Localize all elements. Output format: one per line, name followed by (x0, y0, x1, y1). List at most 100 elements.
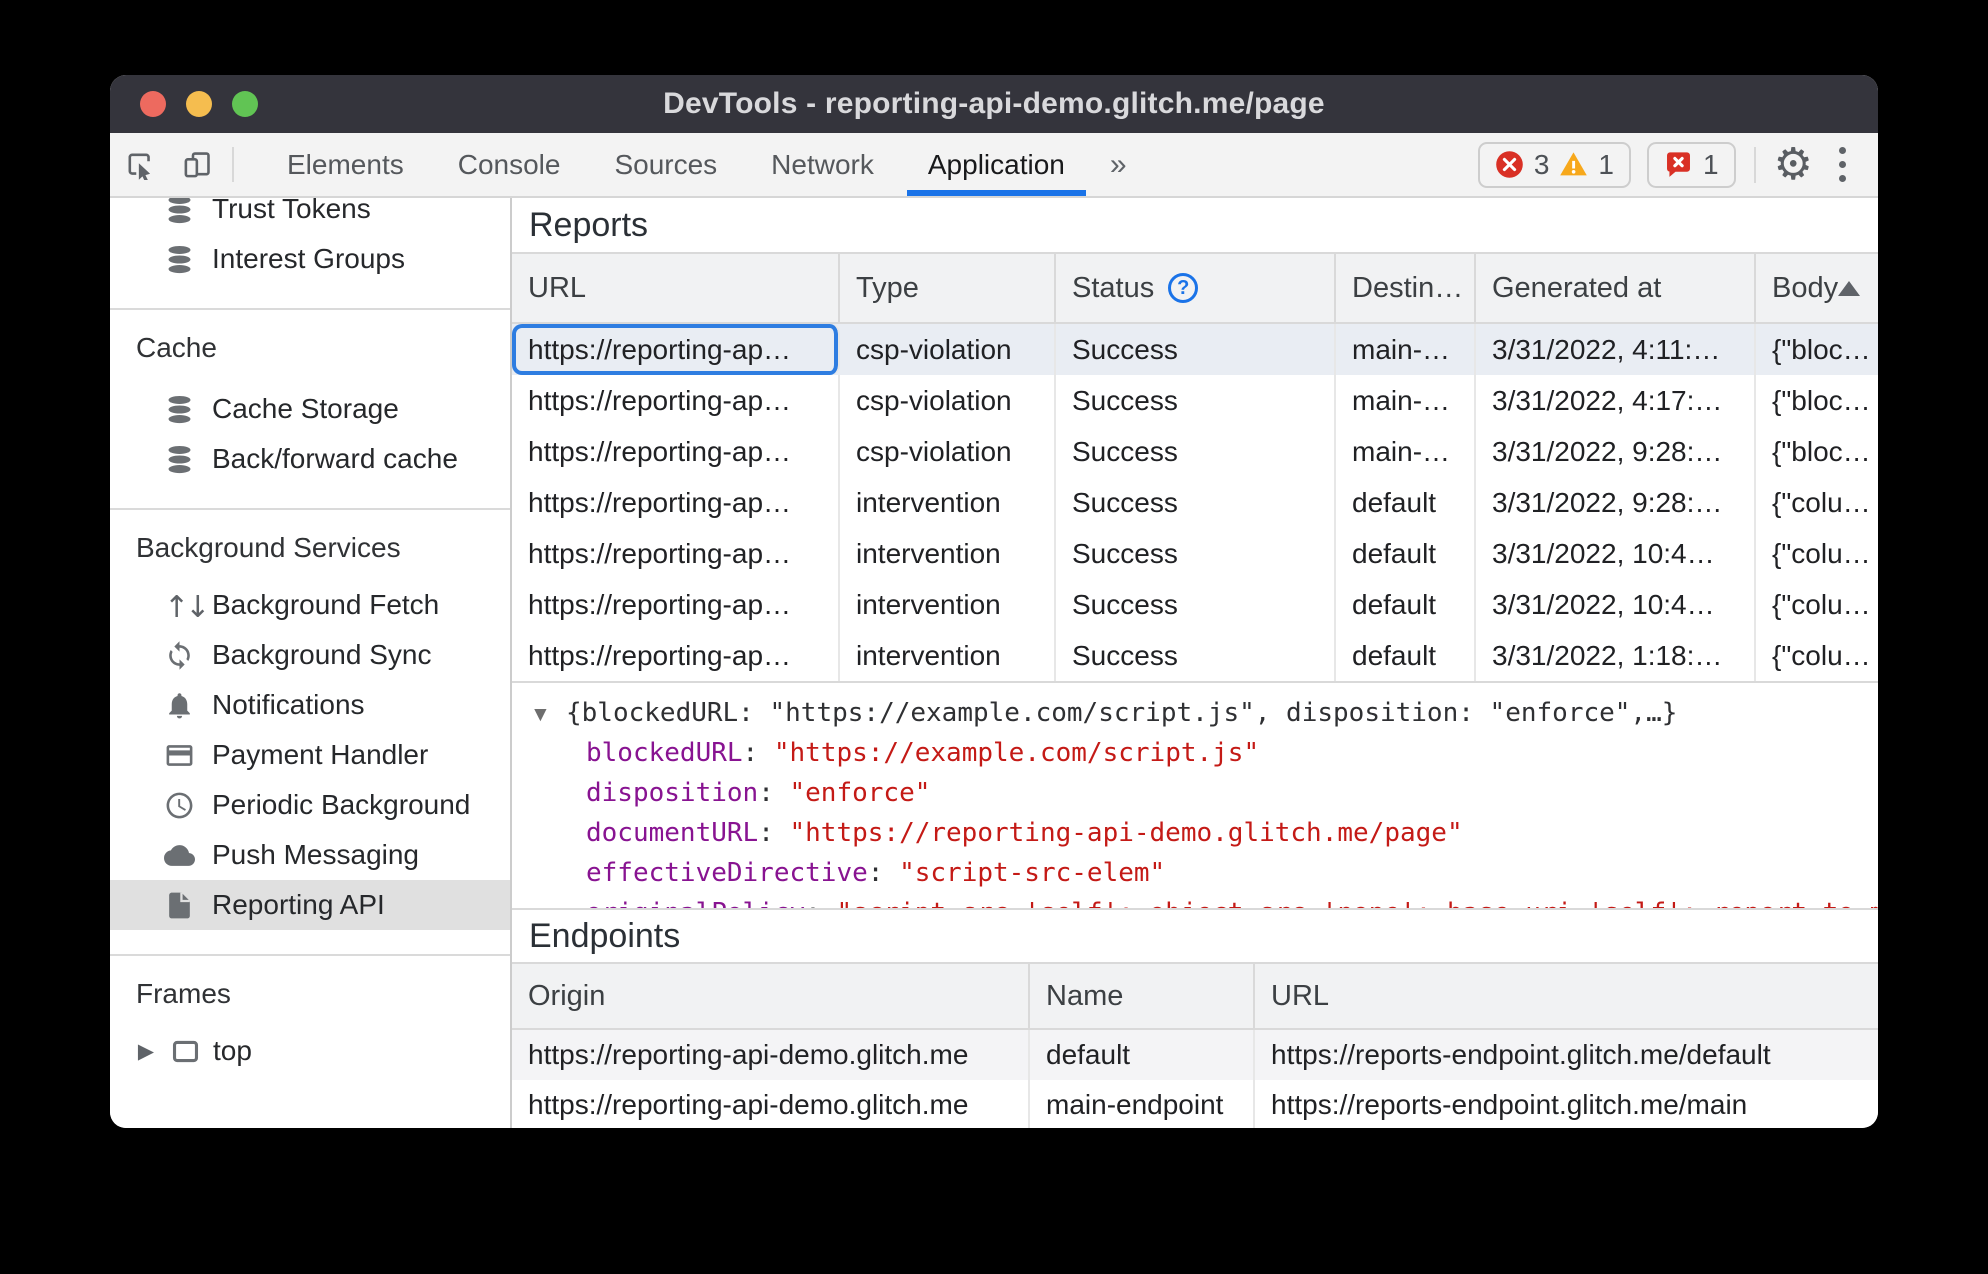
report-type-cell[interactable]: csp-violation (840, 426, 1056, 477)
report-status-cell[interactable]: Success (1056, 630, 1336, 681)
console-errors-warnings-badge[interactable]: 3 1 (1477, 141, 1631, 188)
endpoint-row[interactable]: https://reporting-api-demo.glitch.me mai… (512, 1080, 1878, 1128)
endpoint-origin-cell[interactable]: https://reporting-api-demo.glitch.me (512, 1080, 1030, 1128)
sidebar-item-back-forward-cache[interactable]: Back/forward cache (110, 434, 510, 484)
sidebar-item-background-fetch[interactable]: ↑↓ Background Fetch (110, 580, 510, 630)
toggle-device-toolbar-button[interactable] (168, 133, 226, 196)
json-preview-line[interactable]: ▼ {blockedURL: "https://example.com/scrip… (530, 693, 1878, 733)
endpoint-name-cell[interactable]: default (1030, 1030, 1255, 1080)
report-type-cell[interactable]: intervention (840, 630, 1056, 681)
report-status-cell[interactable]: Success (1056, 477, 1336, 528)
column-header-url[interactable]: URL (512, 254, 840, 322)
endpoint-origin-cell[interactable]: https://reporting-api-demo.glitch.me (512, 1030, 1030, 1080)
report-body-cell[interactable]: {"colu… (1756, 477, 1878, 528)
column-header-destination[interactable]: Destin… (1336, 254, 1476, 322)
report-destination-cell[interactable]: default (1336, 579, 1476, 630)
report-generated-cell[interactable]: 3/31/2022, 9:28:… (1476, 477, 1756, 528)
column-header-type[interactable]: Type (840, 254, 1056, 322)
sidebar-item-reporting-api[interactable]: Reporting API (110, 880, 510, 930)
minimize-button[interactable] (186, 91, 212, 117)
report-url-cell[interactable]: https://reporting-ap… (512, 630, 840, 681)
report-type-cell[interactable]: intervention (840, 477, 1056, 528)
json-property[interactable]: effectiveDirective: "script-src-elem" (530, 853, 1878, 893)
report-status-cell[interactable]: Success (1056, 324, 1336, 375)
report-row[interactable]: https://reporting-ap… csp-violation Succ… (512, 375, 1878, 426)
report-body-cell[interactable]: {"colu… (1756, 528, 1878, 579)
report-generated-cell[interactable]: 3/31/2022, 1:18:… (1476, 630, 1756, 681)
sidebar-item-payment-handler[interactable]: Payment Handler (110, 730, 510, 780)
report-row[interactable]: https://reporting-ap… intervention Succe… (512, 477, 1878, 528)
sidebar-item-background-sync[interactable]: Background Sync (110, 630, 510, 680)
report-body-cell[interactable]: {"bloc… (1756, 426, 1878, 477)
report-body-cell[interactable]: {"bloc… (1756, 324, 1878, 375)
tab-application[interactable]: Application (901, 133, 1092, 196)
report-generated-cell[interactable]: 3/31/2022, 4:17:… (1476, 375, 1756, 426)
sidebar-item-periodic-background-sync[interactable]: Periodic Background (110, 780, 510, 830)
report-status-cell[interactable]: Success (1056, 528, 1336, 579)
sidebar-item-push-messaging[interactable]: Push Messaging (110, 830, 510, 880)
close-button[interactable] (140, 91, 166, 117)
issues-badge[interactable]: 1 (1646, 141, 1736, 188)
report-row[interactable]: https://reporting-ap… csp-violation Succ… (512, 426, 1878, 477)
report-url-cell[interactable]: https://reporting-ap… (512, 477, 840, 528)
report-status-cell[interactable]: Success (1056, 375, 1336, 426)
tab-sources[interactable]: Sources (587, 133, 744, 196)
more-tabs-button[interactable]: » (1092, 133, 1145, 196)
report-generated-cell[interactable]: 3/31/2022, 10:4… (1476, 579, 1756, 630)
column-header-body[interactable]: Body (1756, 254, 1878, 322)
report-url-cell[interactable]: https://reporting-ap… (512, 324, 840, 375)
tab-console[interactable]: Console (431, 133, 588, 196)
expand-triangle-icon[interactable]: ▼ (530, 695, 566, 733)
report-row[interactable]: https://reporting-ap… intervention Succe… (512, 528, 1878, 579)
json-property[interactable]: blockedURL: "https://example.com/script.… (530, 733, 1878, 773)
report-generated-cell[interactable]: 3/31/2022, 4:11:… (1476, 324, 1756, 375)
endpoint-url-cell[interactable]: https://reports-endpoint.glitch.me/defau… (1255, 1030, 1878, 1080)
report-destination-cell[interactable]: default (1336, 528, 1476, 579)
report-destination-cell[interactable]: main-… (1336, 426, 1476, 477)
report-type-cell[interactable]: intervention (840, 579, 1056, 630)
tab-elements[interactable]: Elements (260, 133, 431, 196)
column-header-status[interactable]: Status ? (1056, 254, 1336, 322)
report-body-cell[interactable]: {"colu… (1756, 630, 1878, 681)
report-type-cell[interactable]: intervention (840, 528, 1056, 579)
report-destination-cell[interactable]: default (1336, 477, 1476, 528)
sidebar-item-cache-storage[interactable]: Cache Storage (110, 384, 510, 434)
report-type-cell[interactable]: csp-violation (840, 375, 1056, 426)
endpoint-row[interactable]: https://reporting-api-demo.glitch.me def… (512, 1030, 1878, 1080)
sidebar-item-trust-tokens[interactable]: Trust Tokens (110, 198, 510, 234)
report-url-cell[interactable]: https://reporting-ap… (512, 579, 840, 630)
report-destination-cell[interactable]: default (1336, 630, 1476, 681)
report-url-cell[interactable]: https://reporting-ap… (512, 375, 840, 426)
json-property-clipped[interactable]: originalPolicy: "script-src 'self'; obje… (530, 893, 1878, 908)
sidebar-item-notifications[interactable]: Notifications (110, 680, 510, 730)
zoom-button[interactable] (232, 91, 258, 117)
tab-network[interactable]: Network (744, 133, 901, 196)
report-destination-cell[interactable]: main-… (1336, 375, 1476, 426)
report-row[interactable]: https://reporting-ap… intervention Succe… (512, 630, 1878, 681)
more-options-button[interactable] (1829, 147, 1856, 182)
report-status-cell[interactable]: Success (1056, 579, 1336, 630)
sidebar-item-interest-groups[interactable]: Interest Groups (110, 234, 510, 284)
report-destination-cell[interactable]: main-… (1336, 324, 1476, 375)
report-status-cell[interactable]: Success (1056, 426, 1336, 477)
status-help-icon[interactable]: ? (1168, 273, 1199, 303)
column-header-origin[interactable]: Origin (512, 964, 1030, 1028)
endpoint-name-cell[interactable]: main-endpoint (1030, 1080, 1255, 1128)
inspect-element-button[interactable] (110, 133, 168, 196)
report-url-cell[interactable]: https://reporting-ap… (512, 426, 840, 477)
column-header-endpoint-url[interactable]: URL (1255, 964, 1878, 1028)
report-type-cell[interactable]: csp-violation (840, 324, 1056, 375)
json-property[interactable]: documentURL: "https://reporting-api-demo… (530, 813, 1878, 853)
column-header-name[interactable]: Name (1030, 964, 1255, 1028)
report-row[interactable]: https://reporting-ap… csp-violation Succ… (512, 324, 1878, 375)
report-url-cell[interactable]: https://reporting-ap… (512, 528, 840, 579)
column-header-generated-at[interactable]: Generated at (1476, 254, 1756, 322)
sidebar-item-frame-top[interactable]: ▶ top (110, 1026, 510, 1076)
chevron-right-icon[interactable]: ▶ (134, 1039, 158, 1064)
report-generated-cell[interactable]: 3/31/2022, 10:4… (1476, 528, 1756, 579)
report-row[interactable]: https://reporting-ap… intervention Succe… (512, 579, 1878, 630)
json-property[interactable]: disposition: "enforce" (530, 773, 1878, 813)
report-body-cell[interactable]: {"bloc… (1756, 375, 1878, 426)
settings-gear-button[interactable]: ⚙ (1774, 142, 1813, 187)
endpoint-url-cell[interactable]: https://reports-endpoint.glitch.me/main (1255, 1080, 1878, 1128)
